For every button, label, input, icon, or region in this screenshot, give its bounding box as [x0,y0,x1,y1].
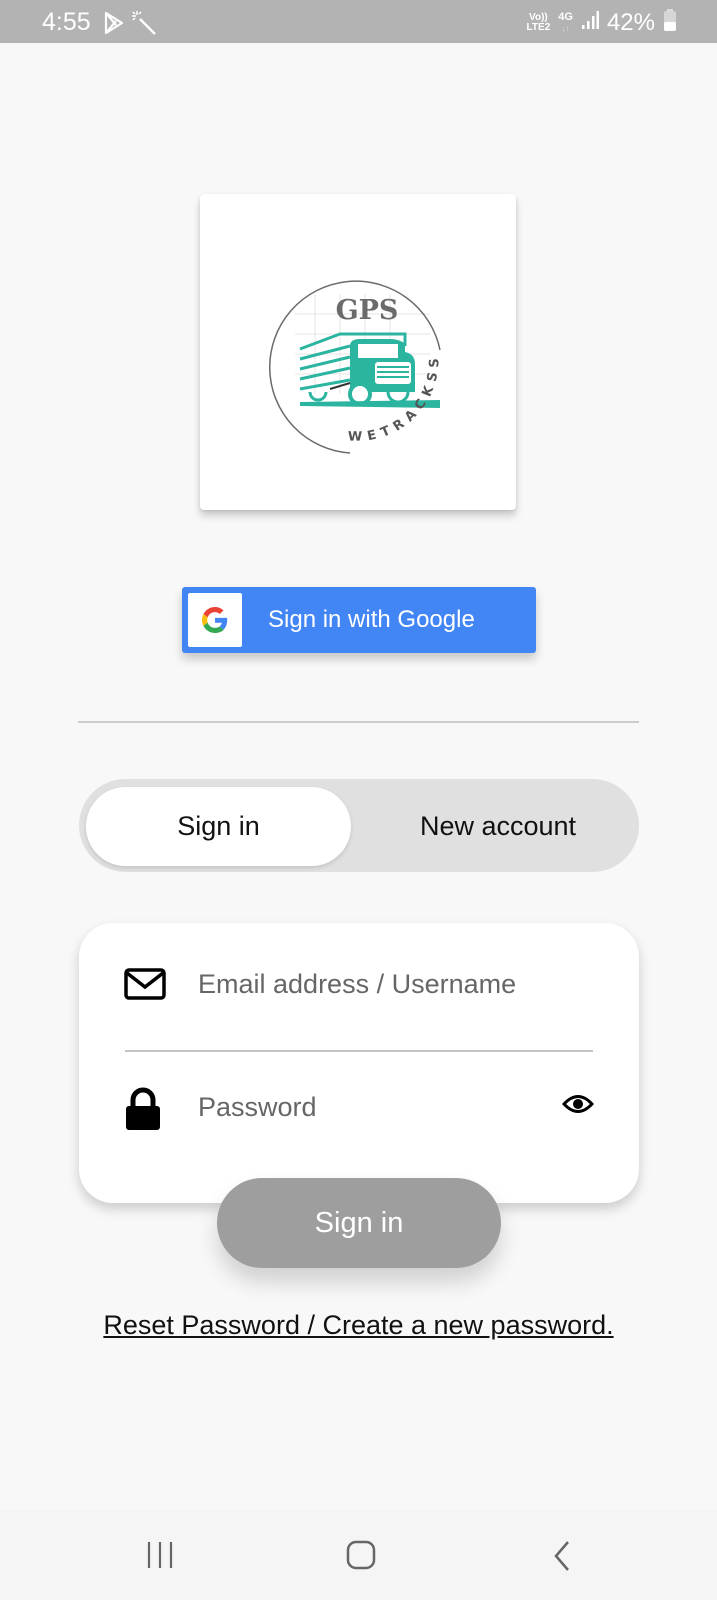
signal-icon [581,10,599,35]
google-signin-label: Sign in with Google [268,606,475,633]
mail-icon [124,968,166,1005]
volte-indicator: Vo)) LTE2 [526,11,551,33]
login-form-card [79,923,639,1203]
play-store-icon [103,11,125,40]
battery-icon [663,8,677,37]
gps-truck-logo: GPS WETRACKSS [268,280,441,454]
show-password-toggle[interactable] [561,1093,595,1120]
home-icon [346,1540,376,1570]
recent-apps-icon [147,1542,173,1568]
sign-in-submit-button[interactable]: Sign in [217,1178,501,1268]
system-nav-bar [0,1510,717,1600]
google-logo-box [188,593,242,647]
section-divider [78,721,639,723]
google-icon [202,607,228,633]
lock-icon [124,1087,162,1136]
email-input[interactable] [196,948,580,1020]
network-indicator: 4G ↓↑ [558,10,573,33]
password-input[interactable] [196,1071,580,1143]
google-signin-button[interactable]: Sign in with Google [182,587,536,653]
app-logo-card: GPS WETRACKSS [200,194,516,510]
email-field-row [124,948,594,1020]
battery-percent: 42% [606,8,655,36]
eye-icon [561,1095,595,1113]
field-divider [125,1050,593,1052]
back-button[interactable] [552,1540,572,1577]
password-field-row [124,1071,595,1143]
recent-apps-button[interactable] [146,1540,174,1575]
home-button[interactable] [346,1540,376,1575]
tab-new-account[interactable]: New account [364,787,632,866]
logo-title: GPS [336,295,399,326]
tab-sign-in[interactable]: Sign in [86,787,351,866]
auth-mode-toggle: Sign in New account [79,779,639,872]
status-bar: 4:55 Vo)) LTE2 4G ↓↑ 42% [0,0,717,43]
magic-wand-icon [131,10,157,41]
back-icon [554,1541,569,1571]
reset-password-link[interactable]: Reset Password / Create a new password. [0,1310,717,1341]
status-time: 4:55 [42,8,91,36]
